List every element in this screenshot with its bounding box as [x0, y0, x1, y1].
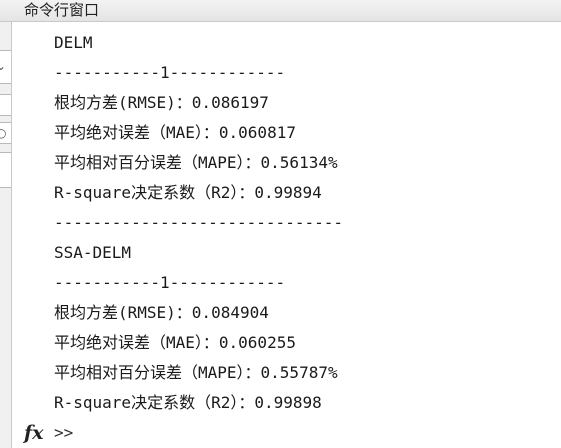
command-window-title-bar[interactable]: 命令行窗口 [0, 0, 561, 22]
command-window-output[interactable]: DELM -----------1------------ 根均方差(RMSE)… [12, 22, 561, 420]
console-line: 根均方差(RMSE)：0.084904 [54, 303, 269, 322]
fx-icon[interactable]: fx [24, 420, 44, 446]
console-line: 根均方差(RMSE)：0.086197 [54, 93, 269, 112]
panel-edge-block: ○ [0, 122, 11, 144]
console-line: 平均绝对误差（MAE）：0.060255 [54, 333, 296, 352]
console-line: -----------1------------ [54, 273, 286, 292]
command-prompt-row[interactable]: fx >> [12, 420, 561, 448]
command-prompt[interactable]: >> [54, 420, 73, 446]
chevron-down-icon: ⌄ [0, 59, 6, 73]
search-icon: ○ [0, 126, 6, 140]
console-line: SSA-DELM [54, 243, 132, 262]
console-line: R-square决定系数（R2）：0.99898 [54, 393, 322, 412]
console-line: R-square决定系数（R2）：0.99894 [54, 183, 322, 202]
console-line: -----------1------------ [54, 63, 286, 82]
panel-edge-block [0, 152, 11, 188]
console-line: ------------------------------ [54, 213, 343, 232]
console-line: 平均绝对误差（MAE）：0.060817 [54, 123, 296, 142]
left-panel-edge[interactable]: ⌄ ○ [0, 22, 12, 448]
panel-edge-block [0, 94, 11, 116]
console-line: DELM [54, 33, 93, 52]
panel-edge-block: ⌄ [0, 50, 11, 84]
console-line: 平均相对百分误差（MAPE）：0.56134% [54, 153, 338, 172]
window-title: 命令行窗口 [24, 1, 100, 19]
console-line: 平均相对百分误差（MAPE）：0.55787% [54, 363, 338, 382]
